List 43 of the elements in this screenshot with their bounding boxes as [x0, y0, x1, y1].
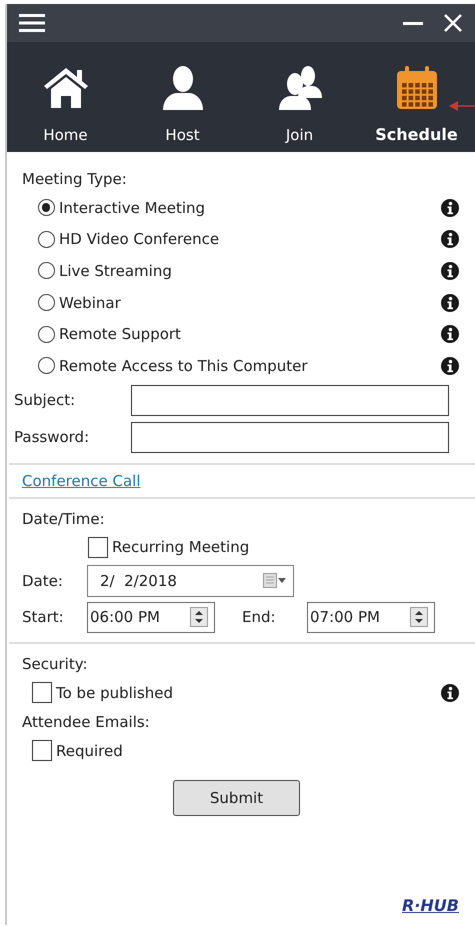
nav-tab[interactable]: Schedule: [358, 42, 475, 152]
checkbox[interactable]: To be published: [32, 682, 174, 704]
section-label: Date/Time:: [22, 510, 106, 528]
radio-button[interactable]: Webinar: [38, 294, 121, 312]
info-icon[interactable]: [441, 230, 459, 248]
section-label: Security:: [22, 655, 89, 674]
submit-button[interactable]: Submit: [173, 780, 300, 816]
spinner-arrows-icon[interactable]: [410, 607, 428, 628]
date-picker[interactable]: 2/ 2/2018: [87, 565, 294, 598]
checkbox[interactable]: Required: [32, 740, 123, 762]
info-icon[interactable]: [441, 356, 459, 375]
field-label: Date:: [22, 572, 64, 590]
calendar-dropdown-icon[interactable]: [263, 573, 287, 590]
info-icon[interactable]: [441, 325, 459, 344]
spinner-arrows-icon[interactable]: [190, 607, 208, 628]
input-field[interactable]: [131, 422, 449, 453]
nav-tab[interactable]: Host: [124, 42, 241, 152]
field-label: End:: [242, 608, 277, 626]
info-icon[interactable]: [441, 294, 459, 312]
radio-button[interactable]: Live Streaming: [38, 262, 172, 280]
time-spinner[interactable]: 07:00 PM: [307, 602, 435, 633]
input-field[interactable]: [131, 384, 449, 416]
nav-tab[interactable]: Home: [7, 42, 124, 152]
radio-button[interactable]: Remote Support: [38, 325, 181, 344]
radio-button[interactable]: Interactive Meeting: [38, 198, 206, 217]
info-icon[interactable]: [441, 262, 459, 280]
menu-icon[interactable]: [19, 13, 45, 33]
radio-button[interactable]: Remote Access to This Computer: [38, 356, 308, 375]
field-label: Password:: [14, 428, 90, 446]
conference-call-link[interactable]: Conference Call: [22, 472, 140, 490]
time-spinner[interactable]: 06:00 PM: [87, 602, 215, 633]
checkbox[interactable]: Recurring Meeting: [88, 536, 250, 558]
section-label: Attendee Emails:: [22, 712, 151, 731]
info-icon[interactable]: [441, 684, 459, 702]
field-label: Subject:: [14, 391, 76, 410]
info-icon[interactable]: [441, 198, 459, 217]
pointer-arrow-icon: [449, 100, 475, 112]
field-label: Start:: [22, 608, 65, 626]
section-label: Meeting Type:: [22, 170, 128, 188]
radio-button[interactable]: HD Video Conference: [38, 230, 220, 248]
nav-tab[interactable]: Join: [241, 42, 358, 152]
logo: R·HUB: [402, 896, 459, 915]
close-icon[interactable]: [443, 13, 463, 33]
